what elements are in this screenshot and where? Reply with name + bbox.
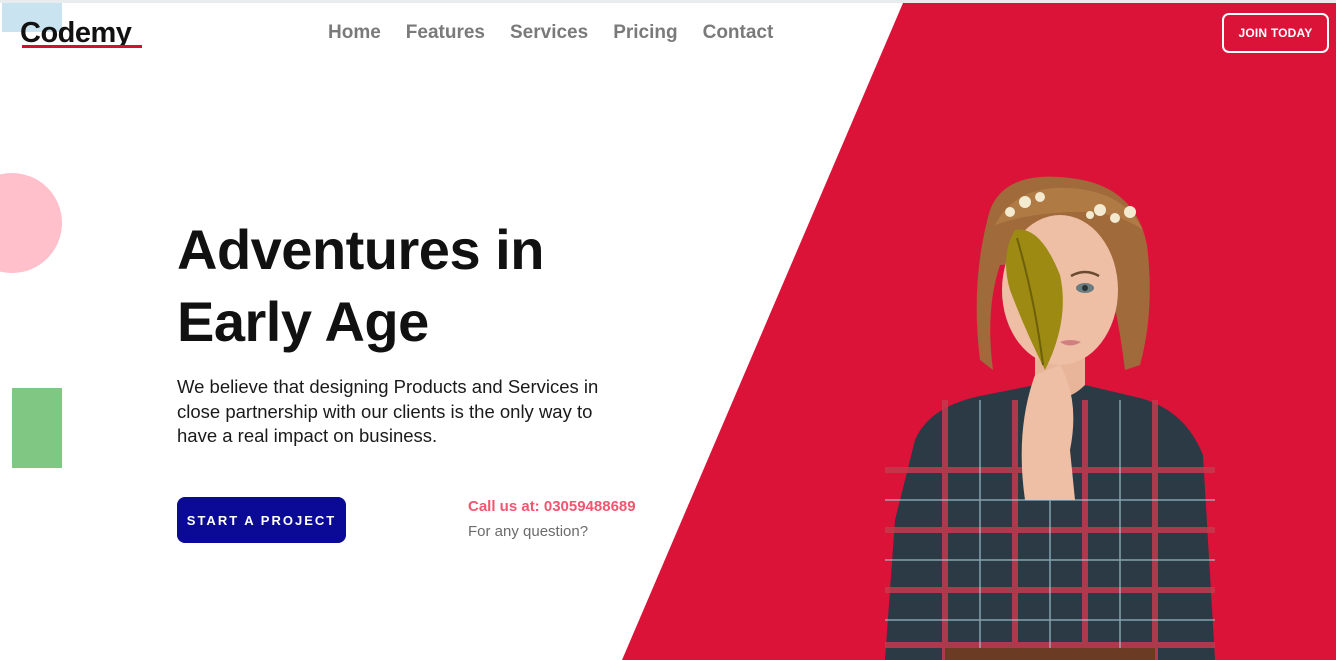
main-nav: Home Features Services Pricing Contact [328,20,798,46]
hero-person-image [885,176,1215,660]
hero-title-line2: Early Age [177,290,429,353]
nav-features[interactable]: Features [406,20,485,46]
logo-underline [22,45,142,48]
call-us-text[interactable]: Call us at: 03059488689 [468,498,636,515]
nav-contact[interactable]: Contact [703,20,774,46]
start-project-button[interactable]: START A PROJECT [177,497,346,543]
decorative-green-rectangle [12,388,62,468]
hero-title-line1: Adventures in [177,218,544,281]
nav-pricing[interactable]: Pricing [613,20,677,46]
hero-title: Adventures in Early Age [177,214,637,358]
hero-description: We believe that designing Products and S… [177,376,599,446]
join-today-button[interactable]: JOIN TODAY [1222,13,1329,53]
call-subtext: For any question? [468,523,589,540]
nav-home[interactable]: Home [328,20,381,46]
nav-services[interactable]: Services [510,20,588,46]
landing-page: Codemy Home Features Services Pricing Co… [0,0,1336,660]
